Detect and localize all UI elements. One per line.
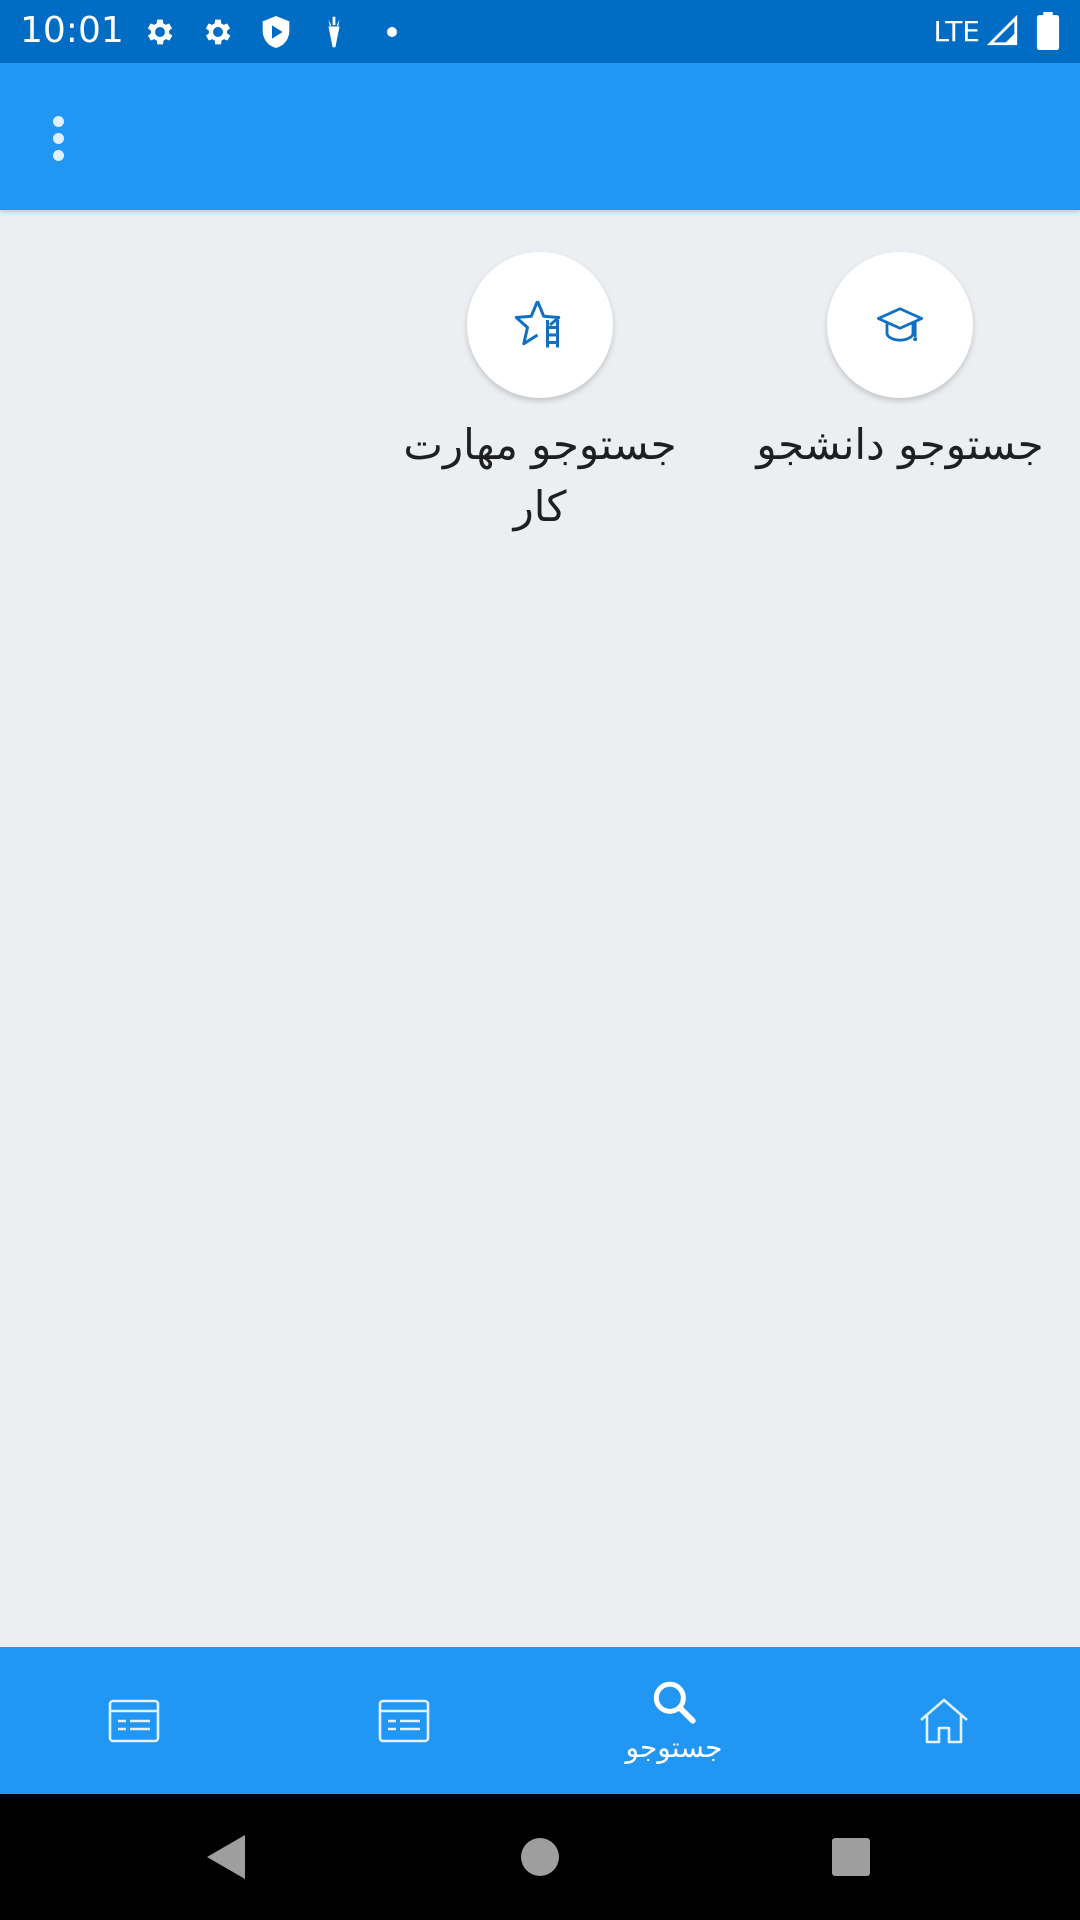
recents-icon[interactable] [818, 1824, 884, 1890]
gear-icon [198, 12, 238, 52]
card-icon [378, 1699, 430, 1742]
signal-icon [986, 14, 1018, 46]
network-type: LTE [933, 14, 980, 48]
system-navigation-bar [0, 1794, 1080, 1920]
star-ladder-icon [514, 300, 561, 348]
gear-icon [140, 12, 180, 52]
nav-item-home[interactable] [844, 1647, 1044, 1794]
screen: 10:01 LTE جستوجو دانشجو جستوجو مهارت کار… [0, 0, 1080, 1920]
search-icon [653, 1681, 696, 1724]
status-bar: 10:01 LTE [0, 0, 1080, 63]
nav-item-search[interactable]: جستوجو [574, 1647, 774, 1794]
dot-icon [372, 12, 412, 52]
back-icon[interactable] [192, 1824, 258, 1890]
tile-label: جستوجو دانشجو [756, 420, 1044, 469]
nav-label-search: جستوجو [625, 1731, 723, 1764]
status-time: 10:01 [20, 10, 124, 51]
card-icon [108, 1699, 160, 1742]
battery-icon [1036, 12, 1060, 50]
graduation-cap-icon [876, 307, 924, 342]
nav-item-card-2[interactable] [304, 1647, 504, 1794]
home-circle-icon[interactable] [507, 1824, 573, 1890]
nav-item-card-1[interactable] [34, 1647, 234, 1794]
app-bar [0, 63, 1080, 210]
home-icon [920, 1698, 968, 1743]
tile-icon-circle[interactable] [467, 252, 613, 398]
more-vert-icon[interactable] [30, 103, 86, 173]
status-notification-icons [140, 12, 430, 52]
carrot-icon [314, 12, 354, 52]
status-system-icons: LTE [933, 10, 1062, 52]
shield-play-icon [256, 12, 296, 52]
tile-icon-circle[interactable] [827, 252, 973, 398]
tile-label: جستوجو مهارت کار [403, 420, 677, 531]
bottom-navigation: جستوجو [0, 1647, 1080, 1794]
tile-search-student[interactable]: جستوجو دانشجو [750, 252, 1050, 476]
tile-search-job-skill[interactable]: جستوجو مهارت کار [390, 252, 690, 538]
